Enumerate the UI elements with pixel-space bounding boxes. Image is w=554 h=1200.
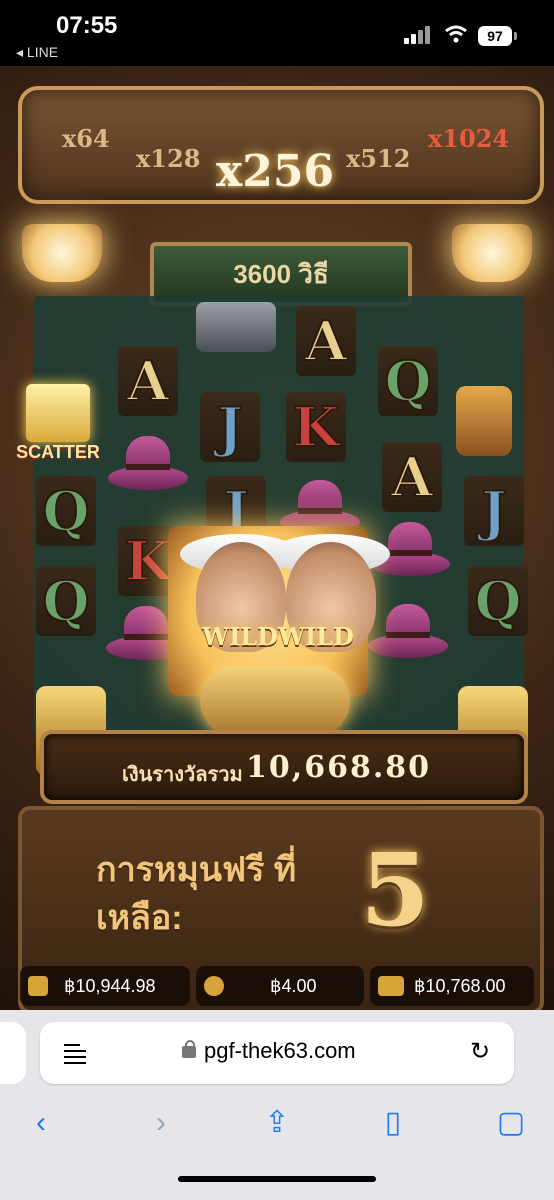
bull-skull-ornament [200, 666, 350, 736]
total-win-label: เงินรางวัลรวม [122, 764, 243, 786]
tabs-icon[interactable]: ▢ [494, 1106, 528, 1140]
signal-icon [404, 26, 434, 44]
symbol-k: K [286, 392, 346, 462]
multiplier-x128: x128 [136, 144, 201, 173]
battery-indicator: 97 [478, 26, 517, 46]
balance-value: ฿10,944.98 [64, 976, 156, 996]
home-indicator [178, 1176, 376, 1182]
wifi-icon [445, 25, 467, 43]
symbol-a: A [118, 346, 178, 416]
wallet-icon [28, 976, 48, 996]
multiplier-current: x256 [216, 146, 335, 197]
gold-bars-icon [26, 384, 90, 442]
lock-icon [182, 1040, 196, 1058]
free-spins-label: การหมุนฟรี ที่เหลือ: [96, 851, 297, 937]
reader-icon[interactable] [64, 1042, 86, 1064]
symbol-q: Q [378, 346, 438, 416]
scatter-symbol: SCATTER [8, 376, 108, 466]
share-icon[interactable]: ⇪ [260, 1106, 294, 1140]
browser-toolbar: pgf-thek63.com ↻ ‹ › ⇪ ▯ ▢ [0, 1010, 554, 1200]
free-spins-count: 5 [360, 831, 430, 949]
slot-game-canvas[interactable]: x64 x128 x256 x512 x1024 3600 วิธี A A Q… [0, 66, 554, 1010]
hat-symbol [368, 604, 448, 662]
symbol-a: A [296, 306, 356, 376]
total-win-amount: 10,668.80 [246, 750, 432, 785]
bet-value: ฿4.00 [270, 976, 317, 996]
back-to-app-link[interactable]: ◂ LINE [16, 44, 58, 61]
multiplier-x512: x512 [346, 144, 411, 173]
scatter-label: SCATTER [16, 442, 100, 462]
forward-icon[interactable]: › [144, 1106, 178, 1140]
bookmarks-icon[interactable]: ▯ [376, 1106, 410, 1140]
hat-symbol [108, 436, 188, 494]
status-time: 07:55 [56, 12, 118, 39]
revolver-symbol [196, 302, 276, 352]
win-value: ฿10,768.00 [414, 976, 506, 996]
back-icon[interactable]: ‹ [24, 1106, 58, 1140]
symbol-q: Q [36, 476, 96, 546]
lamp-left [22, 224, 102, 282]
multiplier-x1024: x1024 [428, 124, 510, 153]
lamp-right [452, 224, 532, 282]
address-bar[interactable]: pgf-thek63.com ↻ [40, 1022, 514, 1084]
bet-display[interactable]: ฿4.00 [196, 966, 364, 1006]
status-bar: 07:55 ◂ LINE 97 [0, 0, 554, 66]
previous-tab-preview[interactable] [0, 1022, 26, 1084]
win-display: ฿10,768.00 [370, 966, 534, 1006]
whiskey-bottle-symbol [456, 386, 512, 456]
symbol-j: J [200, 392, 260, 462]
url-text[interactable]: pgf-thek63.com [204, 1038, 356, 1064]
symbol-j: J [464, 476, 524, 546]
symbol-q: Q [468, 566, 528, 636]
symbol-a: A [382, 442, 442, 512]
symbol-q: Q [36, 566, 96, 636]
multiplier-x64: x64 [62, 124, 110, 153]
wild-label: WILDWILD [202, 622, 354, 651]
reload-icon[interactable]: ↻ [470, 1040, 494, 1064]
win-icon [378, 976, 404, 996]
coins-icon [204, 976, 224, 996]
balance-display: ฿10,944.98 [20, 966, 190, 1006]
